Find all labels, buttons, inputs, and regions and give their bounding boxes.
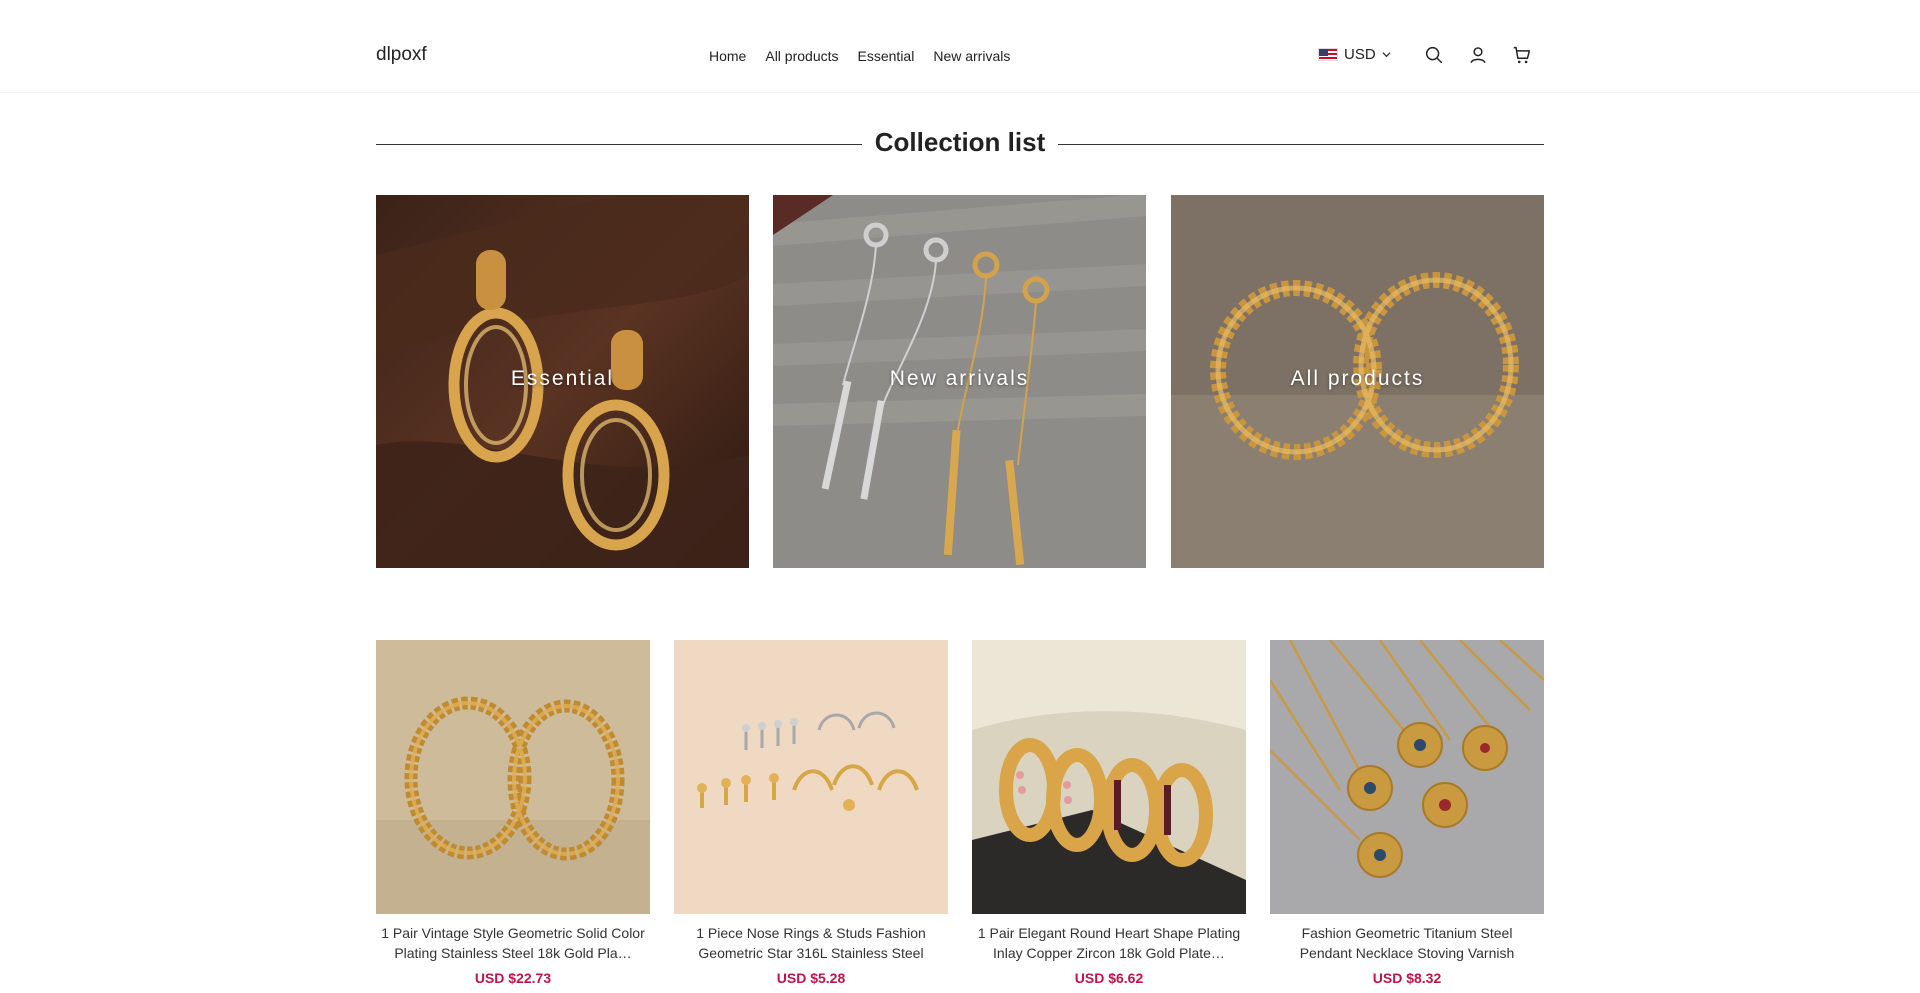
product-title[interactable]: 1 Pair Vintage Style Geometric Solid Col… [376,923,650,963]
collection-list-heading: Collection list [376,125,1544,163]
collection-card-all-products[interactable]: All products [1171,195,1544,568]
product-price: USD $22.73 [474,970,552,986]
product-price: USD $5.28 [776,970,846,986]
us-flag-icon [1318,48,1338,61]
product-image[interactable] [674,640,948,914]
collection-label: New arrivals [889,367,1030,390]
collection-card-new-arrivals[interactable]: New arrivals [773,195,1146,568]
product-title[interactable]: 1 Pair Elegant Round Heart Shape Plating… [972,923,1246,963]
product-price: USD $8.32 [1372,970,1442,986]
main-nav: Home All products Essential New arrivals [709,48,1010,64]
product-card: Fashion Geometric Titanium Steel Pendant… [1270,640,1544,986]
product-card: 1 Piece Nose Rings & Studs Fashion Geome… [674,640,948,986]
product-image[interactable] [376,640,650,914]
nav-essential[interactable]: Essential [858,48,915,64]
site-header: dlpoxf Home All products Essential New a… [0,0,1920,93]
collection-list-title: Collection list [874,127,1046,157]
product-image[interactable] [972,640,1246,914]
nav-all-products[interactable]: All products [765,48,838,64]
collection-label: All products [1290,367,1425,390]
currency-label: USD [1344,46,1376,63]
chevron-down-icon [1382,52,1391,58]
site-logo[interactable]: dlpoxf [376,44,427,66]
search-icon[interactable] [1422,43,1446,67]
divider-line [376,144,862,145]
nav-new-arrivals[interactable]: New arrivals [933,48,1010,64]
nav-home[interactable]: Home [709,48,746,64]
collection-card-essential[interactable]: Essential [376,195,749,568]
product-title[interactable]: Fashion Geometric Titanium Steel Pendant… [1270,923,1544,963]
product-price: USD $6.62 [1074,970,1144,986]
account-icon[interactable] [1466,43,1490,67]
cart-icon[interactable] [1510,43,1534,67]
product-title[interactable]: 1 Piece Nose Rings & Studs Fashion Geome… [674,923,948,963]
divider-line [1058,144,1544,145]
currency-selector[interactable]: USD [1318,46,1391,63]
collection-label: Essential [510,367,615,390]
product-card: 1 Pair Vintage Style Geometric Solid Col… [376,640,650,986]
product-image[interactable] [1270,640,1544,914]
product-card: 1 Pair Elegant Round Heart Shape Plating… [972,640,1246,986]
